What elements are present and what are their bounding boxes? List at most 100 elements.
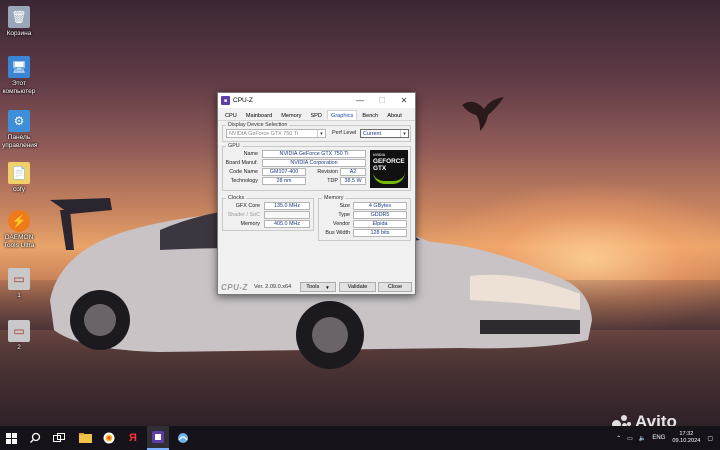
- board-manuf-label: Board Manuf.: [225, 160, 258, 166]
- cpu-z-app-icon: ■: [221, 96, 230, 105]
- bus-width-value: 128 bits: [353, 229, 407, 237]
- network-tool-icon[interactable]: [172, 426, 194, 450]
- geforce-gtx-logo: NVIDIA GEFORCE GTX: [370, 150, 408, 188]
- chevron-down-icon: ▾: [400, 130, 408, 137]
- board-manuf-value: NVIDIA Corporation: [262, 159, 366, 167]
- image-file-icon: ▭: [8, 320, 30, 342]
- gfx-core-label: GFX Core: [235, 203, 260, 209]
- memory-size-value: 4 GBytes: [353, 202, 407, 210]
- memory-size-label: Size: [339, 203, 351, 209]
- revision-value: A2: [340, 168, 366, 176]
- search-icon[interactable]: [24, 426, 46, 450]
- perf-level-select[interactable]: Current ▾: [360, 129, 409, 138]
- notifications-icon[interactable]: ▢: [707, 435, 713, 442]
- tab-bar: CPU Mainboard Memory SPD Graphics Bench …: [218, 108, 415, 121]
- desktop-icon-this-pc[interactable]: 🖥 Этот компьютер: [2, 56, 36, 96]
- daemon-tools-icon: ⚡: [8, 210, 30, 232]
- control-panel-icon: ⚙: [8, 110, 30, 132]
- desktop-icon-label: Этот компьютер: [2, 80, 36, 95]
- chevron-down-icon: ▾: [317, 130, 325, 137]
- gpu-legend: GPU: [228, 143, 240, 149]
- perf-level-label: Perf Level: [332, 130, 357, 136]
- gpu-name-value: NVIDIA GeForce GTX 750 Ti: [262, 150, 366, 158]
- volume-icon[interactable]: 🔈: [639, 435, 646, 442]
- tdp-value: 38.5 W: [340, 177, 366, 185]
- network-icon[interactable]: ▭: [627, 435, 633, 442]
- tab-graphics[interactable]: Graphics: [326, 110, 358, 120]
- validate-button[interactable]: Validate: [339, 282, 376, 292]
- memory-clock-value: 405.0 MHz: [264, 220, 310, 228]
- shader-soc-value: [264, 211, 310, 219]
- window-title: CPU-Z: [233, 97, 253, 104]
- chevron-down-icon: ▼: [325, 284, 330, 290]
- technology-label: Technology: [230, 178, 258, 184]
- yandex-browser-icon[interactable]: [98, 426, 120, 450]
- cpu-z-taskbar-icon[interactable]: [147, 426, 169, 450]
- code-name-label: Code Name: [229, 169, 258, 175]
- desktop-icon-label: 2: [17, 344, 21, 351]
- tab-cpu[interactable]: CPU: [221, 110, 241, 120]
- wallpaper-bird: [462, 97, 504, 131]
- memory-type-label: Type: [338, 212, 350, 218]
- clock-date: 09.10.2024: [672, 438, 701, 444]
- close-window-button[interactable]: ✕: [393, 93, 415, 108]
- recycle-bin-icon: 🗑: [8, 6, 30, 28]
- tab-mainboard[interactable]: Mainboard: [242, 110, 276, 120]
- memory-type-value: GDDR5: [353, 211, 407, 219]
- validate-button-label: Validate: [347, 284, 368, 290]
- memory-legend: Memory: [324, 195, 344, 201]
- image-file-icon: ▭: [8, 268, 30, 290]
- tdp-label: TDP: [327, 178, 338, 184]
- document-file-icon: 📄: [8, 162, 30, 184]
- perf-level-value: Current: [363, 131, 381, 137]
- memory-clock-label: Memory: [240, 221, 260, 227]
- shader-soc-label: Shader / SoC: [227, 212, 260, 218]
- close-button[interactable]: Close: [378, 282, 412, 292]
- display-device-legend: Display Device Selection: [228, 122, 288, 128]
- display-device-select[interactable]: NVIDIA GeForce GTX 750 Ti ▾: [226, 129, 326, 138]
- bus-width-label: Bus Width: [325, 230, 350, 236]
- minimize-button[interactable]: —: [349, 93, 371, 108]
- desktop-icon-image-1[interactable]: ▭ 1: [2, 268, 36, 300]
- desktop-icon-cofy[interactable]: 📄 сofy: [2, 162, 36, 194]
- desktop-icon-label: сofy: [13, 186, 25, 193]
- language-indicator[interactable]: ENG: [652, 435, 665, 441]
- desktop-icon-daemon-tools[interactable]: ⚡ DAEMON Tools Ultra: [2, 210, 36, 250]
- logo-geforce-text: GEFORCE GTX: [373, 158, 405, 172]
- title-bar[interactable]: ■ CPU-Z — ☐ ✕: [218, 93, 415, 108]
- taskbar: Я ⌃ ▭ 🔈 ENG 17:32 09.10.2024 ▢: [0, 426, 720, 450]
- code-name-value: GM107-400: [262, 168, 306, 176]
- tools-button-label: Tools: [306, 284, 320, 290]
- cpu-z-brand: CPU-Z: [221, 282, 248, 292]
- technology-value: 28 nm: [262, 177, 306, 185]
- desktop-icon-control-panel[interactable]: ⚙ Панель управления: [2, 110, 38, 150]
- desktop-icon-recycle-bin[interactable]: 🗑 Корзина: [2, 6, 36, 38]
- tools-button[interactable]: Tools ▼: [300, 282, 336, 292]
- display-device-value: NVIDIA GeForce GTX 750 Ti: [229, 131, 298, 137]
- logo-nvidia-text: NVIDIA: [373, 153, 386, 157]
- tab-about[interactable]: About: [383, 110, 406, 120]
- desktop-icon-label: Корзина: [6, 30, 32, 37]
- yandex-icon[interactable]: Я: [122, 426, 144, 450]
- file-explorer-icon[interactable]: [74, 426, 96, 450]
- version-text: Ver. 2.09.0.x64: [253, 284, 292, 290]
- desktop-icon-label: DAEMON Tools Ultra: [3, 234, 35, 249]
- clock-time: 17:32: [679, 431, 694, 437]
- tab-spd[interactable]: SPD: [306, 110, 326, 120]
- memory-vendor-value: Elpida: [353, 220, 407, 228]
- task-view-icon[interactable]: [48, 426, 70, 450]
- chevron-up-icon[interactable]: ⌃: [616, 435, 621, 442]
- cpu-z-window: ■ CPU-Z — ☐ ✕ CPU Mainboard Memory SPD G…: [217, 92, 416, 295]
- gpu-name-label: Name: [243, 151, 258, 157]
- clock[interactable]: 17:32 09.10.2024: [672, 431, 700, 445]
- desktop-icon-image-2[interactable]: ▭ 2: [2, 320, 36, 352]
- computer-icon: 🖥: [8, 56, 30, 78]
- system-tray: ⌃ ▭ 🔈 ENG 17:32 09.10.2024 ▢: [613, 426, 716, 450]
- desktop-icon-label: Панель управления: [2, 134, 38, 149]
- tab-memory[interactable]: Memory: [277, 110, 305, 120]
- close-button-label: Close: [387, 284, 403, 290]
- tab-bench[interactable]: Bench: [358, 110, 382, 120]
- revision-label: Revision: [317, 169, 338, 175]
- windows-start-icon[interactable]: [0, 426, 22, 450]
- memory-vendor-label: Vendor: [332, 221, 350, 227]
